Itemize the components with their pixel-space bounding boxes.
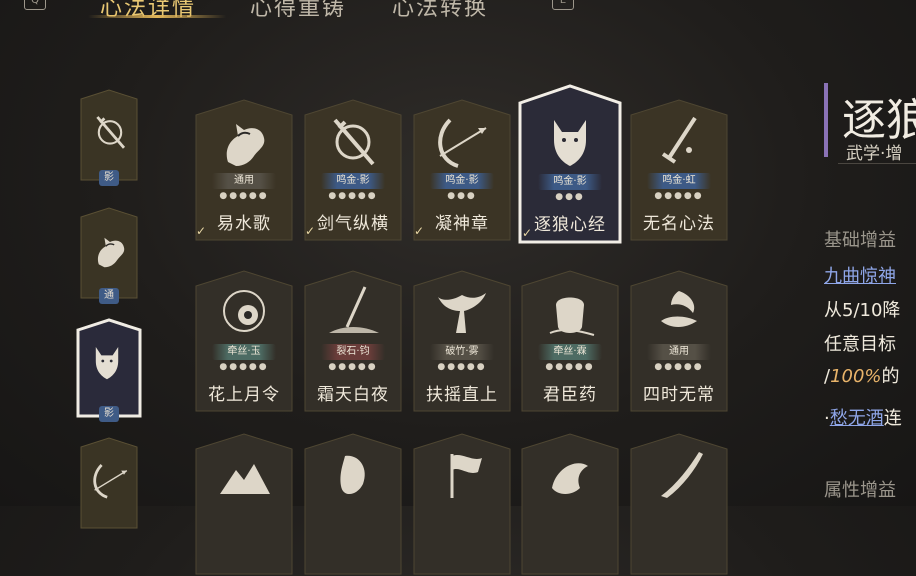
skill-card[interactable]: 牵丝·玉 ●●●●● 花上月令 <box>194 269 294 413</box>
skill-card[interactable]: 通用 ●●●●● 易水歌 ✓ <box>194 98 294 242</box>
wolf-icon <box>540 110 600 170</box>
percent-value: 100% <box>830 366 882 387</box>
owned-check-icon: ✓ <box>305 224 316 238</box>
level-dots: ●●●●● <box>654 362 704 372</box>
level-dots: ●●●●● <box>654 191 704 201</box>
skill-card[interactable]: 牵丝·霖 ●●●●● 君臣药 <box>520 269 620 413</box>
level-dots: ●●●●● <box>219 362 269 372</box>
q-key-hint: Q <box>24 0 46 10</box>
level-dots: ●●●●● <box>328 362 378 372</box>
detail-line-c: /100%的 <box>824 366 900 387</box>
school-tag: 鸣金·虹 <box>647 173 711 189</box>
owned-check-icon: ✓ <box>196 224 207 238</box>
blade-icon <box>649 444 709 504</box>
dragon-icon <box>540 444 600 504</box>
skill-name: 花上月令 <box>208 385 280 405</box>
skill-card[interactable]: 通用 ●●●●● 四时无常 <box>629 269 729 413</box>
tab-skill-details[interactable]: 心法详情 <box>100 0 196 22</box>
sidebar-item-label: 通 <box>99 288 119 304</box>
school-tag: 鸣金·影 <box>538 174 602 190</box>
detail-subtitle: 武学·增 <box>846 144 903 164</box>
face-icon <box>323 444 383 504</box>
detail-panel: 逐狼 武学·增 基础增益 九曲惊神 从5/10降 任意目标 /100%的 ·愁无… <box>820 0 916 506</box>
level-dots: ●●●●● <box>328 191 378 201</box>
related-link[interactable]: 愁无酒 <box>830 408 884 429</box>
bird-icon <box>432 281 492 341</box>
base-bonus-heading: 基础增益 <box>824 230 896 251</box>
flag-icon <box>432 444 492 504</box>
owned-check-icon: ✓ <box>414 224 425 238</box>
top-tab-bar: Q 心法详情 心得重铸 心法转换 E <box>0 0 600 21</box>
bow-icon <box>432 110 492 170</box>
detail-line-a: 从5/10降 <box>824 300 901 321</box>
owned-check-icon: ✓ <box>522 226 533 240</box>
horse-icon <box>89 228 129 278</box>
active-tab-indicator <box>88 15 226 18</box>
level-dots: ●●●●● <box>545 362 595 372</box>
skill-link-line: 九曲惊神 <box>824 262 896 288</box>
skill-card[interactable] <box>303 432 403 576</box>
sidebar-item-3[interactable] <box>79 436 139 530</box>
skill-name: 君臣药 <box>543 385 597 405</box>
level-dots: ●●● <box>447 191 477 201</box>
school-tag: 破竹·雾 <box>430 344 494 360</box>
skill-card[interactable]: 破竹·雾 ●●●●● 扶摇直上 <box>412 269 512 413</box>
spear-icon <box>323 281 383 341</box>
sidebar-item-label: 影 <box>99 170 119 186</box>
attribute-bonus-heading: 属性增益 <box>824 480 896 501</box>
sword-wheel-icon <box>89 110 129 160</box>
horse-icon <box>214 110 274 170</box>
detail-line-d: ·愁无酒连 <box>824 408 902 429</box>
pot-icon <box>540 281 600 341</box>
skill-name: 扶摇直上 <box>426 385 498 405</box>
title-accent-bar <box>824 83 828 157</box>
sidebar-item-2[interactable]: 影 <box>76 318 142 422</box>
skill-name: 无名心法 <box>643 214 715 234</box>
skill-link[interactable]: 九曲惊神 <box>824 266 896 287</box>
e-key-hint: E <box>552 0 574 10</box>
skill-card[interactable]: 裂石·钧 ●●●●● 霜天白夜 <box>303 269 403 413</box>
school-tag: 鸣金·影 <box>321 173 385 189</box>
school-tag: 裂石·钧 <box>321 344 385 360</box>
skill-card[interactable]: 鸣金·影 ●●● 逐狼心经 ✓ <box>518 84 622 244</box>
skill-card[interactable]: 鸣金·影 ●●● 凝神章 ✓ <box>412 98 512 242</box>
tab-recast[interactable]: 心得重铸 <box>250 0 346 22</box>
sword-wheel-icon <box>323 110 383 170</box>
skill-card[interactable]: 鸣金·影 ●●●●● 剑气纵横 ✓ <box>303 98 403 242</box>
skill-card[interactable] <box>412 432 512 576</box>
school-tag: 牵丝·霖 <box>538 344 602 360</box>
skill-card[interactable] <box>629 432 729 576</box>
skill-card[interactable] <box>520 432 620 576</box>
bow-icon <box>89 458 129 508</box>
title-divider <box>838 163 916 164</box>
skill-name: 四时无常 <box>643 385 715 405</box>
school-tag: 通用 <box>647 344 711 360</box>
school-tag: 通用 <box>212 173 276 189</box>
level-dots: ●●● <box>555 192 585 202</box>
level-dots: ●●●●● <box>219 191 269 201</box>
mountain-icon <box>214 444 274 504</box>
tab-convert[interactable]: 心法转换 <box>392 0 488 22</box>
skill-card[interactable]: 鸣金·虹 ●●●●● 无名心法 <box>629 98 729 242</box>
level-dots: ●●●●● <box>437 362 487 372</box>
wolf-icon <box>86 340 126 390</box>
flower-moon-icon <box>214 281 274 341</box>
sword-icon <box>649 110 709 170</box>
skill-name: 霜天白夜 <box>317 385 389 405</box>
bird-moon-icon <box>649 281 709 341</box>
skill-card[interactable] <box>194 432 294 576</box>
school-tag: 牵丝·玉 <box>212 344 276 360</box>
sidebar-item-0[interactable]: 影 <box>79 88 139 186</box>
school-tag: 鸣金·影 <box>430 173 494 189</box>
sidebar-item-1[interactable]: 通 <box>79 206 139 304</box>
sidebar-item-label: 影 <box>99 406 119 422</box>
detail-line-b: 任意目标 <box>824 334 896 355</box>
